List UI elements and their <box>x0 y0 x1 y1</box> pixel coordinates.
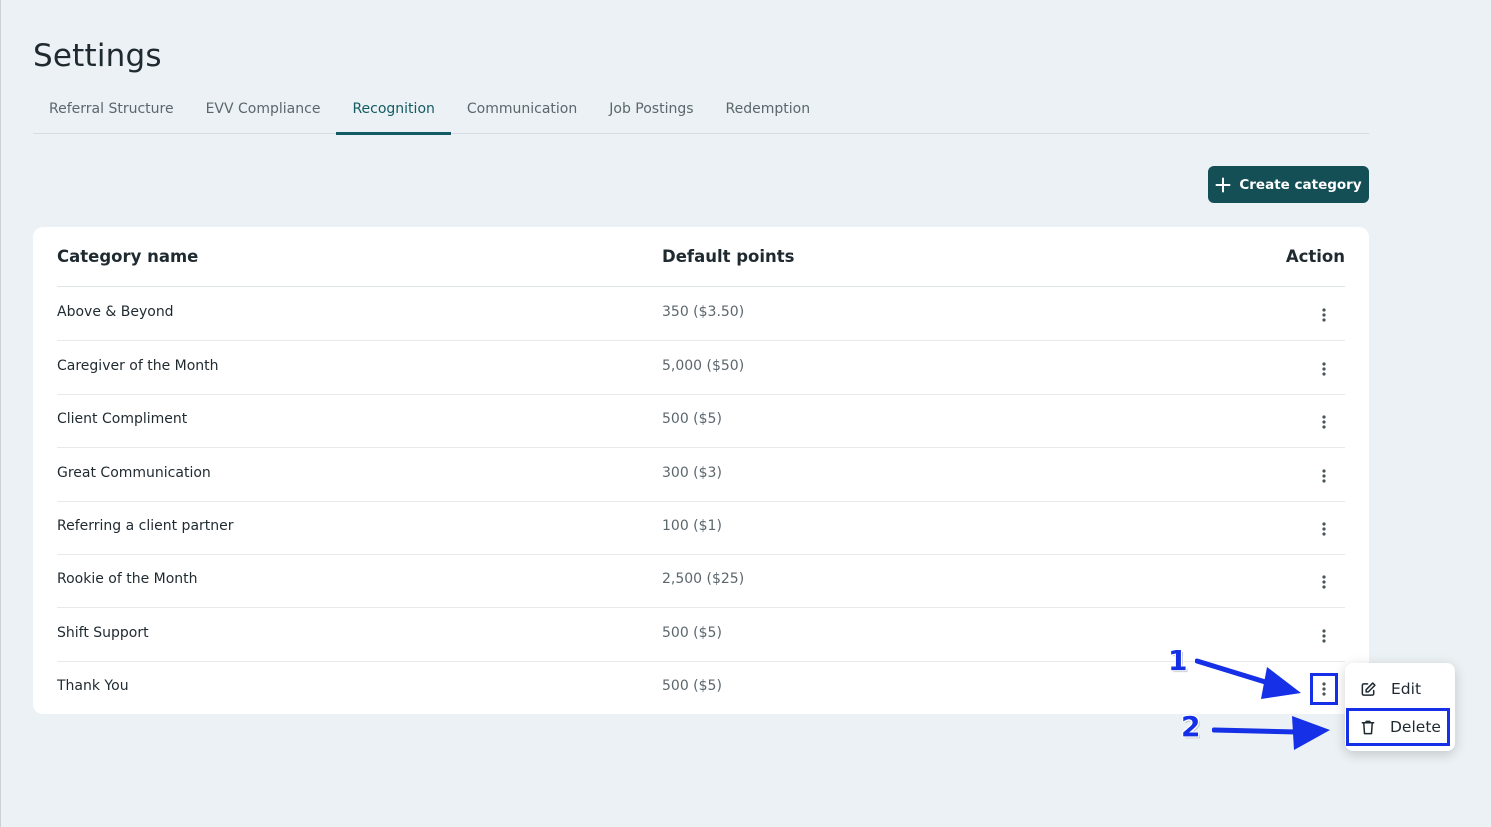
category-points: 2,500 ($25) <box>662 571 745 587</box>
menu-item-delete[interactable]: Delete <box>1346 708 1450 746</box>
row-actions-button[interactable] <box>1312 301 1336 329</box>
create-category-label: Create category <box>1239 176 1362 193</box>
row-actions-button-highlighted[interactable] <box>1310 673 1338 705</box>
column-header-points: Default points <box>662 247 795 266</box>
row-actions-button[interactable] <box>1312 462 1336 490</box>
more-vertical-icon <box>1322 308 1326 322</box>
more-vertical-icon <box>1322 415 1326 429</box>
edit-icon <box>1361 681 1376 696</box>
category-name: Referring a client partner <box>57 518 234 534</box>
category-points: 100 ($1) <box>662 518 722 534</box>
table-row: Shift Support 500 ($5) <box>57 608 1345 662</box>
settings-tabs: Referral Structure EVV Compliance Recogn… <box>33 92 1369 135</box>
category-points: 350 ($3.50) <box>662 304 745 320</box>
table-row: Thank You 500 ($5) <box>57 661 1345 715</box>
category-name: Rookie of the Month <box>57 571 198 587</box>
row-actions-button[interactable] <box>1312 568 1336 596</box>
category-name: Caregiver of the Month <box>57 358 219 374</box>
tab-redemption[interactable]: Redemption <box>710 92 827 134</box>
tab-recognition[interactable]: Recognition <box>336 92 452 135</box>
category-name: Thank You <box>57 678 129 694</box>
tab-referral-structure[interactable]: Referral Structure <box>33 92 190 134</box>
table-row: Caregiver of the Month 5,000 ($50) <box>57 341 1345 395</box>
category-points: 300 ($3) <box>662 465 722 481</box>
tab-evv-compliance[interactable]: EVV Compliance <box>190 92 337 134</box>
row-actions-button[interactable] <box>1312 622 1336 650</box>
annotation-arrow-2 <box>1212 716 1330 750</box>
category-name: Shift Support <box>57 625 149 641</box>
trash-icon <box>1361 720 1375 734</box>
menu-item-edit-label: Edit <box>1391 680 1422 698</box>
category-name: Above & Beyond <box>57 304 174 320</box>
create-category-button[interactable]: Create category <box>1208 166 1369 203</box>
more-vertical-icon <box>1322 575 1326 589</box>
category-name: Client Compliment <box>57 411 188 427</box>
category-name: Great Communication <box>57 465 211 481</box>
category-points: 5,000 ($50) <box>662 358 745 374</box>
table-row: Great Communication 300 ($3) <box>57 448 1345 502</box>
annotation-arrow-1 <box>1195 658 1301 699</box>
window-edge <box>0 0 1 827</box>
menu-item-edit[interactable]: Edit <box>1351 672 1449 706</box>
row-actions-button[interactable] <box>1312 515 1336 543</box>
category-points: 500 ($5) <box>662 625 722 641</box>
category-points: 500 ($5) <box>662 678 722 694</box>
annotation-step-1: 1 <box>1168 644 1188 677</box>
more-vertical-icon <box>1322 362 1326 376</box>
table-row: Referring a client partner 100 ($1) <box>57 501 1345 555</box>
more-vertical-icon <box>1322 469 1326 483</box>
table-row: Client Compliment 500 ($5) <box>57 394 1345 448</box>
table-row: Above & Beyond 350 ($3.50) <box>57 287 1345 341</box>
row-actions-button[interactable] <box>1312 408 1336 436</box>
tab-communication[interactable]: Communication <box>451 92 593 134</box>
menu-item-delete-label: Delete <box>1390 718 1441 736</box>
row-actions-button[interactable] <box>1312 355 1336 383</box>
more-vertical-icon <box>1322 682 1326 696</box>
annotation-step-2: 2 <box>1181 710 1201 743</box>
plus-icon <box>1215 177 1231 192</box>
table-row: Rookie of the Month 2,500 ($25) <box>57 554 1345 608</box>
column-header-name: Category name <box>57 247 199 266</box>
tab-job-postings[interactable]: Job Postings <box>593 92 709 134</box>
table-header: Category name Default points Action <box>57 227 1345 287</box>
row-actions-menu: Edit Delete <box>1345 663 1455 751</box>
more-vertical-icon <box>1322 522 1326 536</box>
page-title: Settings <box>33 38 162 74</box>
category-points: 500 ($5) <box>662 411 722 427</box>
column-header-action: Action <box>1285 247 1345 266</box>
categories-table: Category name Default points Action Abov… <box>33 227 1369 714</box>
more-vertical-icon <box>1322 629 1326 643</box>
